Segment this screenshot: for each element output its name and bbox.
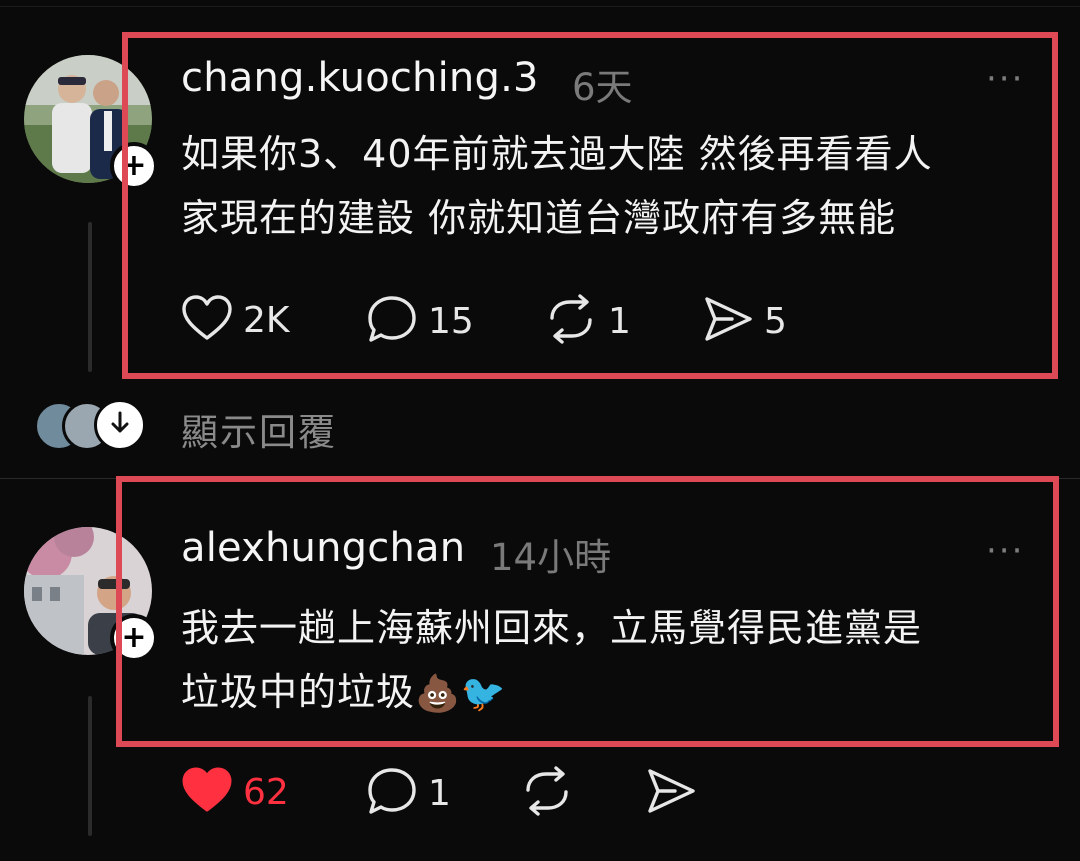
like-count: 62 [243,771,289,813]
like-button-post-2[interactable]: 62 [181,766,289,818]
repost-button-post-2[interactable] [520,766,574,820]
highlight-box-post-1 [122,32,1058,379]
show-replies-link[interactable]: 顯示回覆 [181,402,337,456]
comment-button-post-2[interactable]: 1 [366,766,451,820]
show-replies-button[interactable] [94,399,146,451]
thread-line-post-2 [88,696,92,836]
comment-count: 1 [428,772,451,814]
heart-icon [181,766,233,818]
thread-line-post-1 [88,222,92,372]
highlight-box-post-2 [116,476,1059,747]
comment-icon [366,766,418,820]
arrow-down-icon [108,410,132,440]
repost-icon [520,766,574,820]
top-divider [0,6,1080,7]
share-icon [645,766,697,820]
share-button-post-2[interactable] [645,766,697,820]
